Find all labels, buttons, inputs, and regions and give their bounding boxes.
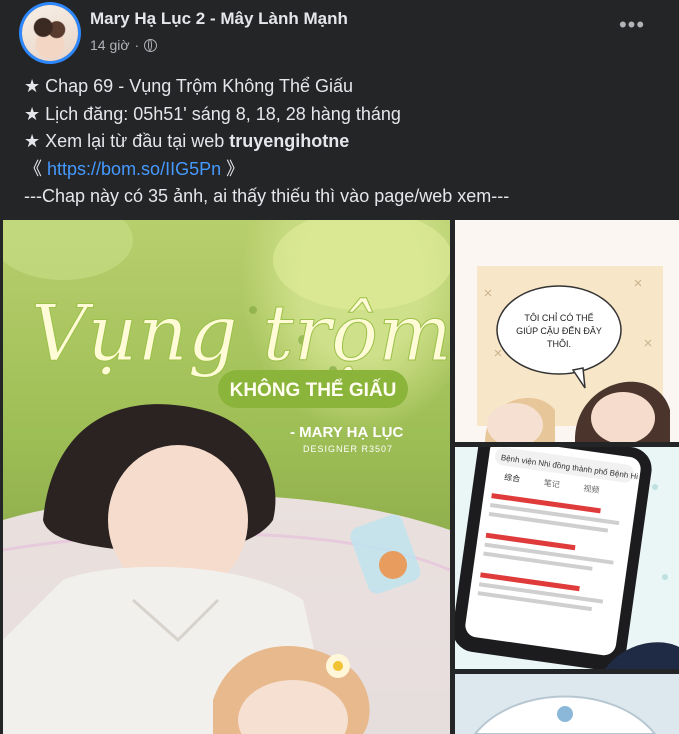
- globe-icon[interactable]: [144, 38, 158, 52]
- feed-post: Mary Hạ Lục 2 - Mây Lành Mạnh 14 giờ · •…: [0, 0, 679, 734]
- post-line-schedule: ★ Lịch đăng: 05h51' sáng 8, 18, 28 hàng …: [24, 103, 401, 124]
- meta-separator: ·: [134, 37, 140, 53]
- cover-subtitle: KHÔNG THỂ GIẤU: [230, 379, 397, 401]
- cover-image[interactable]: Vụng trộm KHÔNG THỂ GIẤU - MARY HẠ LỤC D…: [3, 220, 450, 734]
- post-line-chapter: ★ Chap 69 - Vụng Trộm Không Thể Giấu: [24, 76, 353, 96]
- panel2-illustration: Bệnh viện Nhi đồng thành phố Bệnh Hi 综合 …: [455, 447, 679, 669]
- manga-panel-3[interactable]: [455, 674, 679, 734]
- post-line-web: ★ Xem lại từ đầu tại web truyengihotne: [24, 128, 664, 156]
- bubble-line-2: GIÚP CẬU ĐẾN ĐÂY: [516, 326, 602, 336]
- more-options-button[interactable]: •••: [612, 14, 652, 44]
- panel3-illustration: [455, 674, 679, 734]
- post-link[interactable]: https://bom.so/IIG5Pn: [47, 159, 221, 179]
- web-name: truyengihotne: [229, 131, 350, 151]
- bubble-line-1: TÔI CHỈ CÓ THỂ: [524, 312, 593, 323]
- bubble-line-3: THÔI.: [547, 339, 571, 349]
- post-text: ★ Chap 69 - Vụng Trộm Không Thể Giấu ★ L…: [24, 73, 664, 211]
- post-meta: 14 giờ ·: [90, 37, 158, 53]
- manga-panel-1[interactable]: TÔI CHỈ CÓ THỂ GIÚP CẬU ĐẾN ĐÂY THÔI.: [455, 220, 679, 442]
- cover-illustration: Vụng trộm KHÔNG THỂ GIẤU - MARY HẠ LỤC D…: [3, 220, 450, 734]
- post-line-note: ---Chap này có 35 ảnh, ai thấy thiếu thì…: [24, 186, 510, 206]
- cover-title: Vụng trộm: [31, 289, 450, 379]
- manga-panel-2[interactable]: Bệnh viện Nhi đồng thành phố Bệnh Hi 综合 …: [455, 447, 679, 669]
- web-prefix: ★ Xem lại từ đầu tại web: [24, 131, 230, 151]
- link-open-bracket: 《: [24, 158, 48, 179]
- cover-designer: DESIGNER R3507: [303, 444, 393, 454]
- post-header: Mary Hạ Lục 2 - Mây Lành Mạnh 14 giờ · •…: [0, 0, 679, 70]
- page-name[interactable]: Mary Hạ Lục 2 - Mây Lành Mạnh: [90, 9, 348, 29]
- post-timestamp[interactable]: 14 giờ: [90, 37, 130, 53]
- photo-gallery: Vụng trộm KHÔNG THỂ GIẤU - MARY HẠ LỤC D…: [0, 219, 679, 734]
- page-avatar[interactable]: [22, 5, 78, 61]
- cover-author: - MARY HẠ LỤC: [290, 424, 403, 441]
- panel1-illustration: TÔI CHỈ CÓ THỂ GIÚP CẬU ĐẾN ĐÂY THÔI.: [477, 266, 670, 442]
- post-line-link: 《 https://bom.so/IIG5Pn 》: [24, 156, 664, 184]
- link-close-bracket: 》: [221, 158, 245, 179]
